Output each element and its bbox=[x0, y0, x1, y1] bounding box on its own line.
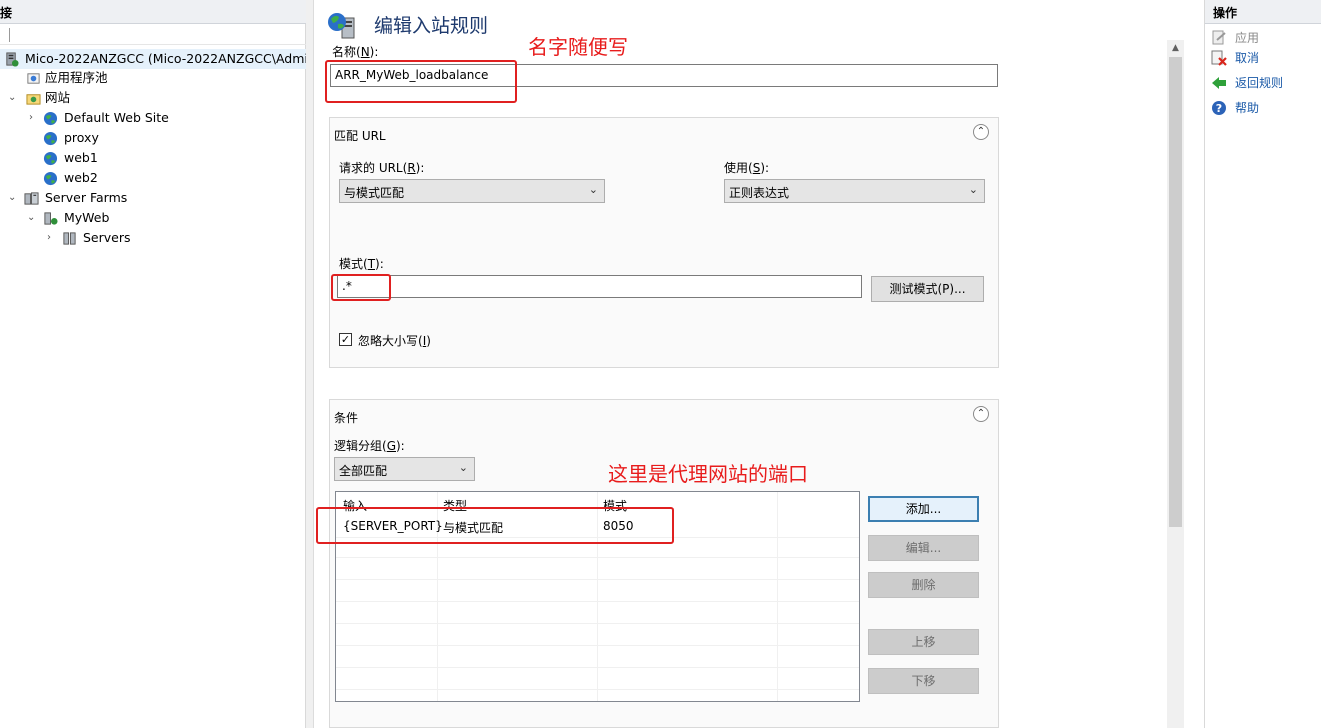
globe-icon bbox=[43, 131, 58, 146]
chevron-right-icon[interactable]: › bbox=[47, 228, 59, 248]
requested-url-label: 请求的 URL(R): bbox=[339, 161, 425, 175]
tree-item-label: web1 bbox=[64, 150, 98, 165]
using-value: 正则表达式 bbox=[729, 186, 790, 200]
pane-splitter[interactable] bbox=[306, 0, 314, 728]
tree-item-label: 网站 bbox=[45, 90, 71, 105]
tree-item-label: Server Farms bbox=[45, 190, 128, 205]
toolbar-separator bbox=[9, 28, 10, 42]
vertical-scrollbar[interactable]: ▲ bbox=[1167, 40, 1184, 728]
annotation-name-note: 名字随便写 bbox=[528, 35, 628, 59]
row-divider bbox=[336, 623, 859, 624]
row-divider bbox=[336, 601, 859, 602]
logical-grouping-value: 全部匹配 bbox=[339, 464, 388, 478]
row-divider bbox=[336, 579, 859, 580]
actions-header: 操作 bbox=[1205, 0, 1321, 24]
annotation-box-name bbox=[325, 60, 517, 103]
globe-icon bbox=[43, 151, 58, 166]
conditions-title: 条件 bbox=[334, 411, 359, 425]
app-pool-icon bbox=[27, 73, 40, 84]
chevron-down-icon[interactable]: ⌄ bbox=[8, 188, 20, 208]
match-url-group bbox=[329, 117, 999, 368]
row-divider bbox=[336, 557, 859, 558]
annotation-box-pattern bbox=[331, 274, 391, 301]
requested-url-value: 与模式匹配 bbox=[344, 186, 405, 200]
chevron-down-icon: ⌄ bbox=[458, 461, 468, 474]
svg-text:?: ? bbox=[1216, 102, 1222, 115]
connections-header-label: 连接 bbox=[0, 6, 13, 20]
tree-item-app-pools[interactable]: 应用程序池 bbox=[0, 68, 306, 88]
action-label: 返回规则 bbox=[1235, 76, 1284, 90]
actions-pane: 操作 应用 取消 返回规则 ? 帮助 bbox=[1204, 0, 1321, 728]
connections-pane: 连接 Mico-2022ANZGCC (Mico-2022ANZGCC\Admi… bbox=[0, 0, 366, 728]
globe-icon bbox=[43, 171, 58, 186]
pattern-field[interactable]: .* bbox=[337, 275, 862, 298]
chevron-down-icon: ⌄ bbox=[588, 183, 598, 196]
server-farms-icon bbox=[24, 192, 39, 205]
tree-item-proxy[interactable]: proxy bbox=[0, 128, 306, 148]
sites-folder-icon bbox=[26, 94, 41, 105]
ignore-case-checkbox[interactable]: ✓ bbox=[339, 333, 352, 346]
chevron-down-icon: ⌄ bbox=[968, 183, 978, 196]
server-icon bbox=[6, 52, 19, 67]
back-arrow-icon bbox=[1212, 77, 1226, 89]
tree-item-label: MyWeb bbox=[64, 210, 110, 225]
tree-item-server[interactable]: Mico-2022ANZGCC (Mico-2022ANZGCC\Adminis… bbox=[0, 49, 366, 69]
connections-toolbar bbox=[0, 25, 306, 45]
tree-item-web2[interactable]: web2 bbox=[0, 168, 306, 188]
move-up-button[interactable]: 上移 bbox=[868, 629, 979, 655]
tree-item-sites[interactable]: ⌄ 网站 bbox=[0, 88, 306, 108]
logical-grouping-label: 逻辑分组(G): bbox=[334, 439, 405, 453]
action-label: 应用 bbox=[1235, 31, 1260, 45]
chevron-right-icon[interactable]: › bbox=[29, 108, 41, 128]
pattern-label: 模式(T): bbox=[339, 257, 384, 271]
servers-icon bbox=[63, 232, 76, 245]
tree-item-label: web2 bbox=[64, 170, 98, 185]
cancel-icon bbox=[1211, 50, 1227, 66]
chevron-down-icon[interactable]: ⌄ bbox=[8, 88, 20, 108]
move-down-button[interactable]: 下移 bbox=[868, 668, 979, 694]
collapse-conditions-button[interactable]: ⌃ bbox=[973, 406, 989, 422]
server-farm-icon bbox=[44, 212, 58, 225]
scroll-up-icon[interactable]: ▲ bbox=[1167, 40, 1184, 57]
test-pattern-button[interactable]: 测试模式(P)... bbox=[871, 276, 984, 302]
tree-item-default-web-site[interactable]: › Default Web Site bbox=[0, 108, 306, 128]
collapse-match-url-button[interactable]: ⌃ bbox=[973, 124, 989, 140]
help-icon: ? bbox=[1212, 101, 1226, 115]
annotation-box-condition bbox=[316, 507, 674, 544]
annotation-port-note: 这里是代理网站的端口 bbox=[608, 462, 808, 486]
row-divider bbox=[336, 689, 859, 690]
apply-icon bbox=[1212, 30, 1226, 45]
remove-condition-button[interactable]: 删除 bbox=[868, 572, 979, 598]
tree-item-myweb[interactable]: ⌄ MyWeb bbox=[0, 208, 306, 228]
row-divider bbox=[336, 645, 859, 646]
action-label: 取消 bbox=[1235, 51, 1260, 65]
tree-item-label: 应用程序池 bbox=[45, 70, 108, 85]
tree-item-label: Servers bbox=[83, 230, 131, 245]
page-title: 编辑入站规则 bbox=[374, 15, 489, 37]
match-url-title: 匹配 URL bbox=[334, 129, 386, 143]
edit-condition-button[interactable]: 编辑... bbox=[868, 535, 979, 561]
action-label: 帮助 bbox=[1235, 101, 1260, 115]
using-select[interactable]: 正则表达式 ⌄ bbox=[724, 179, 985, 203]
chevron-down-icon[interactable]: ⌄ bbox=[27, 208, 39, 228]
connections-header: 连接 bbox=[0, 0, 306, 24]
ignore-case-label: 忽略大小写(I) bbox=[358, 334, 431, 348]
rule-globe-icon bbox=[328, 13, 355, 39]
using-label: 使用(S): bbox=[724, 161, 770, 175]
tree-item-web1[interactable]: web1 bbox=[0, 148, 306, 168]
add-condition-button[interactable]: 添加... bbox=[868, 496, 979, 522]
requested-url-select[interactable]: 与模式匹配 ⌄ bbox=[339, 179, 605, 203]
logical-grouping-select[interactable]: 全部匹配 ⌄ bbox=[334, 457, 475, 481]
tree-item-label: Default Web Site bbox=[64, 110, 169, 125]
name-label: 名称(N): bbox=[332, 45, 379, 59]
tree-item-label: proxy bbox=[64, 130, 99, 145]
scrollbar-thumb[interactable] bbox=[1169, 57, 1182, 527]
tree-item-servers[interactable]: › Servers bbox=[0, 228, 306, 248]
tree-item-server-farms[interactable]: ⌄ Server Farms bbox=[0, 188, 306, 208]
globe-icon bbox=[43, 111, 58, 126]
row-divider bbox=[336, 667, 859, 668]
